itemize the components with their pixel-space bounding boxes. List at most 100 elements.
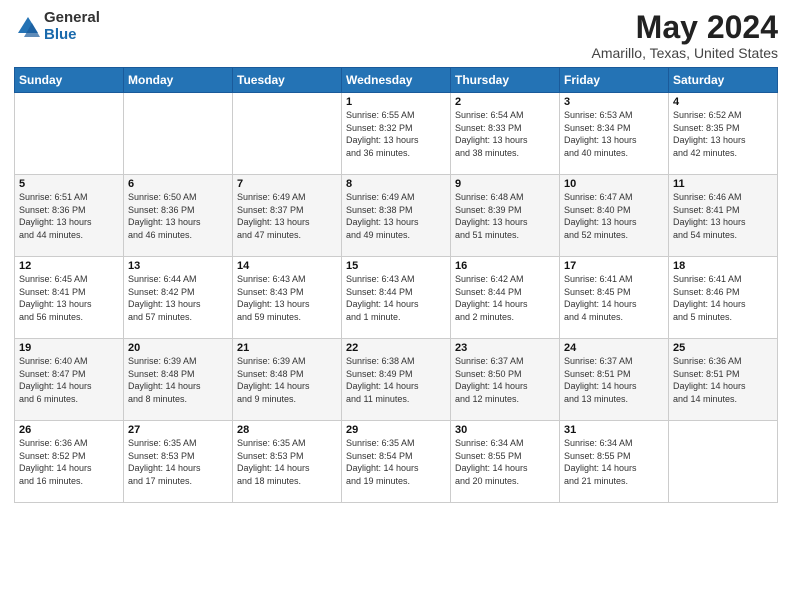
calendar-cell: 16Sunrise: 6:42 AM Sunset: 8:44 PM Dayli… <box>451 257 560 339</box>
day-info: Sunrise: 6:48 AM Sunset: 8:39 PM Dayligh… <box>455 191 555 241</box>
calendar-cell: 1Sunrise: 6:55 AM Sunset: 8:32 PM Daylig… <box>342 93 451 175</box>
day-number: 14 <box>237 260 337 272</box>
day-info: Sunrise: 6:39 AM Sunset: 8:48 PM Dayligh… <box>128 355 228 405</box>
day-of-week-header: Wednesday <box>342 68 451 93</box>
day-of-week-header: Saturday <box>669 68 778 93</box>
logo-blue: Blue <box>44 27 100 44</box>
calendar-header: SundayMondayTuesdayWednesdayThursdayFrid… <box>15 68 778 93</box>
day-info: Sunrise: 6:43 AM Sunset: 8:43 PM Dayligh… <box>237 273 337 323</box>
calendar-cell: 19Sunrise: 6:40 AM Sunset: 8:47 PM Dayli… <box>15 339 124 421</box>
day-number: 18 <box>673 260 773 272</box>
day-number: 8 <box>346 178 446 190</box>
calendar-cell: 20Sunrise: 6:39 AM Sunset: 8:48 PM Dayli… <box>124 339 233 421</box>
day-number: 28 <box>237 424 337 436</box>
day-info: Sunrise: 6:36 AM Sunset: 8:51 PM Dayligh… <box>673 355 773 405</box>
day-info: Sunrise: 6:42 AM Sunset: 8:44 PM Dayligh… <box>455 273 555 323</box>
day-number: 15 <box>346 260 446 272</box>
day-of-week-header: Tuesday <box>233 68 342 93</box>
day-number: 5 <box>19 178 119 190</box>
day-number: 26 <box>19 424 119 436</box>
calendar-cell: 17Sunrise: 6:41 AM Sunset: 8:45 PM Dayli… <box>560 257 669 339</box>
calendar-body: 1Sunrise: 6:55 AM Sunset: 8:32 PM Daylig… <box>15 93 778 503</box>
day-number: 16 <box>455 260 555 272</box>
day-of-week-header: Friday <box>560 68 669 93</box>
day-of-week-header: Sunday <box>15 68 124 93</box>
day-number: 31 <box>564 424 664 436</box>
day-number: 1 <box>346 96 446 108</box>
day-number: 30 <box>455 424 555 436</box>
day-number: 9 <box>455 178 555 190</box>
calendar-cell <box>233 93 342 175</box>
logo-icon <box>14 13 42 41</box>
day-number: 19 <box>19 342 119 354</box>
day-info: Sunrise: 6:55 AM Sunset: 8:32 PM Dayligh… <box>346 109 446 159</box>
calendar-cell: 10Sunrise: 6:47 AM Sunset: 8:40 PM Dayli… <box>560 175 669 257</box>
day-number: 29 <box>346 424 446 436</box>
day-info: Sunrise: 6:49 AM Sunset: 8:38 PM Dayligh… <box>346 191 446 241</box>
day-info: Sunrise: 6:47 AM Sunset: 8:40 PM Dayligh… <box>564 191 664 241</box>
calendar-week-row: 12Sunrise: 6:45 AM Sunset: 8:41 PM Dayli… <box>15 257 778 339</box>
calendar-cell: 6Sunrise: 6:50 AM Sunset: 8:36 PM Daylig… <box>124 175 233 257</box>
day-info: Sunrise: 6:51 AM Sunset: 8:36 PM Dayligh… <box>19 191 119 241</box>
day-of-week-header: Monday <box>124 68 233 93</box>
calendar-cell: 30Sunrise: 6:34 AM Sunset: 8:55 PM Dayli… <box>451 421 560 503</box>
calendar-cell: 2Sunrise: 6:54 AM Sunset: 8:33 PM Daylig… <box>451 93 560 175</box>
day-info: Sunrise: 6:35 AM Sunset: 8:54 PM Dayligh… <box>346 437 446 487</box>
day-number: 13 <box>128 260 228 272</box>
days-of-week-row: SundayMondayTuesdayWednesdayThursdayFrid… <box>15 68 778 93</box>
subtitle: Amarillo, Texas, United States <box>592 45 779 61</box>
calendar-cell: 29Sunrise: 6:35 AM Sunset: 8:54 PM Dayli… <box>342 421 451 503</box>
day-info: Sunrise: 6:50 AM Sunset: 8:36 PM Dayligh… <box>128 191 228 241</box>
calendar-cell: 31Sunrise: 6:34 AM Sunset: 8:55 PM Dayli… <box>560 421 669 503</box>
calendar-cell: 26Sunrise: 6:36 AM Sunset: 8:52 PM Dayli… <box>15 421 124 503</box>
day-info: Sunrise: 6:34 AM Sunset: 8:55 PM Dayligh… <box>564 437 664 487</box>
title-block: May 2024 Amarillo, Texas, United States <box>592 10 779 61</box>
calendar-week-row: 26Sunrise: 6:36 AM Sunset: 8:52 PM Dayli… <box>15 421 778 503</box>
logo-general: General <box>44 10 100 27</box>
day-number: 22 <box>346 342 446 354</box>
calendar-cell: 28Sunrise: 6:35 AM Sunset: 8:53 PM Dayli… <box>233 421 342 503</box>
day-number: 4 <box>673 96 773 108</box>
logo: General Blue <box>14 10 100 43</box>
day-info: Sunrise: 6:36 AM Sunset: 8:52 PM Dayligh… <box>19 437 119 487</box>
calendar-cell: 25Sunrise: 6:36 AM Sunset: 8:51 PM Dayli… <box>669 339 778 421</box>
day-number: 17 <box>564 260 664 272</box>
day-info: Sunrise: 6:44 AM Sunset: 8:42 PM Dayligh… <box>128 273 228 323</box>
logo-text: General Blue <box>44 10 100 43</box>
day-info: Sunrise: 6:35 AM Sunset: 8:53 PM Dayligh… <box>128 437 228 487</box>
calendar-cell: 21Sunrise: 6:39 AM Sunset: 8:48 PM Dayli… <box>233 339 342 421</box>
calendar-week-row: 19Sunrise: 6:40 AM Sunset: 8:47 PM Dayli… <box>15 339 778 421</box>
calendar-cell: 18Sunrise: 6:41 AM Sunset: 8:46 PM Dayli… <box>669 257 778 339</box>
calendar-cell: 15Sunrise: 6:43 AM Sunset: 8:44 PM Dayli… <box>342 257 451 339</box>
calendar-cell: 14Sunrise: 6:43 AM Sunset: 8:43 PM Dayli… <box>233 257 342 339</box>
calendar-cell: 24Sunrise: 6:37 AM Sunset: 8:51 PM Dayli… <box>560 339 669 421</box>
day-info: Sunrise: 6:35 AM Sunset: 8:53 PM Dayligh… <box>237 437 337 487</box>
day-info: Sunrise: 6:43 AM Sunset: 8:44 PM Dayligh… <box>346 273 446 323</box>
day-info: Sunrise: 6:37 AM Sunset: 8:50 PM Dayligh… <box>455 355 555 405</box>
day-info: Sunrise: 6:38 AM Sunset: 8:49 PM Dayligh… <box>346 355 446 405</box>
calendar-cell: 12Sunrise: 6:45 AM Sunset: 8:41 PM Dayli… <box>15 257 124 339</box>
day-info: Sunrise: 6:54 AM Sunset: 8:33 PM Dayligh… <box>455 109 555 159</box>
day-number: 20 <box>128 342 228 354</box>
main-title: May 2024 <box>592 10 779 45</box>
calendar-cell: 27Sunrise: 6:35 AM Sunset: 8:53 PM Dayli… <box>124 421 233 503</box>
calendar-cell: 22Sunrise: 6:38 AM Sunset: 8:49 PM Dayli… <box>342 339 451 421</box>
day-number: 12 <box>19 260 119 272</box>
day-info: Sunrise: 6:40 AM Sunset: 8:47 PM Dayligh… <box>19 355 119 405</box>
calendar-week-row: 5Sunrise: 6:51 AM Sunset: 8:36 PM Daylig… <box>15 175 778 257</box>
day-of-week-header: Thursday <box>451 68 560 93</box>
day-number: 10 <box>564 178 664 190</box>
calendar: SundayMondayTuesdayWednesdayThursdayFrid… <box>14 67 778 503</box>
day-info: Sunrise: 6:52 AM Sunset: 8:35 PM Dayligh… <box>673 109 773 159</box>
day-number: 3 <box>564 96 664 108</box>
calendar-cell: 9Sunrise: 6:48 AM Sunset: 8:39 PM Daylig… <box>451 175 560 257</box>
day-number: 23 <box>455 342 555 354</box>
calendar-cell: 7Sunrise: 6:49 AM Sunset: 8:37 PM Daylig… <box>233 175 342 257</box>
day-info: Sunrise: 6:49 AM Sunset: 8:37 PM Dayligh… <box>237 191 337 241</box>
calendar-cell <box>669 421 778 503</box>
day-info: Sunrise: 6:34 AM Sunset: 8:55 PM Dayligh… <box>455 437 555 487</box>
header: General Blue May 2024 Amarillo, Texas, U… <box>14 10 778 61</box>
calendar-cell: 23Sunrise: 6:37 AM Sunset: 8:50 PM Dayli… <box>451 339 560 421</box>
day-number: 7 <box>237 178 337 190</box>
day-info: Sunrise: 6:53 AM Sunset: 8:34 PM Dayligh… <box>564 109 664 159</box>
